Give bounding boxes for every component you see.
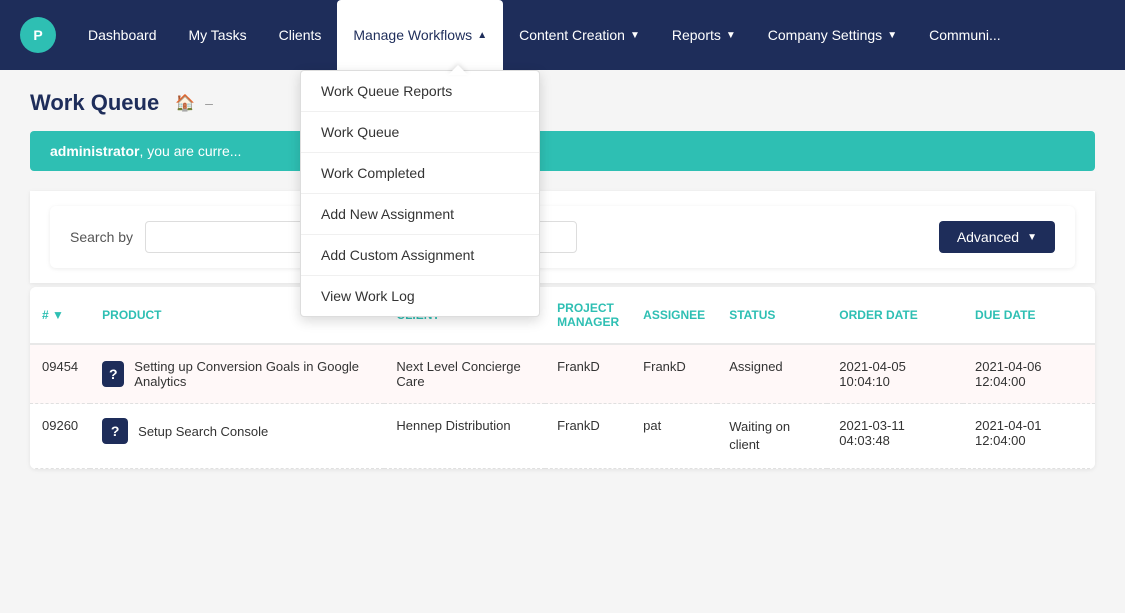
status-2: Waiting on client xyxy=(717,404,827,469)
manage-workflows-dropdown: Work Queue Reports Work Queue Work Compl… xyxy=(300,70,540,317)
table-header-row: # ▼ PRODUCT CLIENT PROJECTMANAGER ASSIGN… xyxy=(30,287,1095,344)
nav-my-tasks[interactable]: My Tasks xyxy=(173,0,263,70)
nav-dashboard[interactable]: Dashboard xyxy=(72,0,173,70)
dropdown-add-custom-assignment[interactable]: Add Custom Assignment xyxy=(301,235,539,276)
dropdown-arrow xyxy=(448,65,468,75)
page-title: Work Queue xyxy=(30,90,159,116)
search-section: Search by Advanced ▼ xyxy=(30,191,1095,283)
nav-bar: P Dashboard My Tasks Clients Manage Work… xyxy=(0,0,1125,70)
content-creation-caret: ▼ xyxy=(630,30,640,41)
manage-workflows-caret: ▲ xyxy=(477,30,487,41)
dropdown-add-new-assignment[interactable]: Add New Assignment xyxy=(301,194,539,235)
nav-manage-workflows[interactable]: Manage Workflows ▲ xyxy=(337,0,503,70)
nav-company-settings[interactable]: Company Settings ▼ xyxy=(752,0,913,70)
manager-1: FrankD xyxy=(545,344,631,404)
dropdown-work-queue-reports[interactable]: Work Queue Reports xyxy=(301,71,539,112)
question-badge-2: ? xyxy=(102,418,128,444)
assignee-2: pat xyxy=(631,404,717,469)
due-date-1: 2021-04-06 12:04:00 xyxy=(963,344,1095,404)
breadcrumb-sep: – xyxy=(205,95,213,111)
client-2: Hennep Distribution xyxy=(384,404,545,469)
nav-reports[interactable]: Reports ▼ xyxy=(656,0,752,70)
nav-community[interactable]: Communi... xyxy=(913,0,1017,70)
table-row: 09454 ? Setting up Conversion Goals in G… xyxy=(30,344,1095,404)
work-queue-table: # ▼ PRODUCT CLIENT PROJECTMANAGER ASSIGN… xyxy=(30,287,1095,469)
manager-2: FrankD xyxy=(545,404,631,469)
advanced-caret: ▼ xyxy=(1027,232,1037,243)
col-order-date: ORDER DATE xyxy=(827,287,963,344)
page-content: Work Queue 🏠 – administrator, you are cu… xyxy=(0,70,1125,613)
row-id-1: 09454 xyxy=(30,344,90,404)
home-icon: 🏠 xyxy=(175,93,195,113)
dropdown-work-completed[interactable]: Work Completed xyxy=(301,153,539,194)
due-date-2: 2021-04-01 12:04:00 xyxy=(963,404,1095,469)
search-row: Search by Advanced ▼ xyxy=(50,206,1075,268)
order-date-2: 2021-03-11 04:03:48 xyxy=(827,404,963,469)
col-hash: # ▼ xyxy=(30,287,90,344)
order-date-1: 2021-04-05 10:04:10 xyxy=(827,344,963,404)
logo: P xyxy=(20,17,56,53)
admin-banner: administrator, you are curre... xyxy=(30,131,1095,171)
status-1: Assigned xyxy=(717,344,827,404)
advanced-button[interactable]: Advanced ▼ xyxy=(939,221,1055,253)
col-manager: PROJECTMANAGER xyxy=(545,287,631,344)
advanced-label: Advanced xyxy=(957,229,1019,245)
dropdown-view-work-log[interactable]: View Work Log xyxy=(301,276,539,316)
banner-text: , you are curre... xyxy=(139,143,241,159)
search-label: Search by xyxy=(70,229,133,245)
product-name-1: Setting up Conversion Goals in Google An… xyxy=(134,359,372,389)
product-name-2: Setup Search Console xyxy=(138,424,268,439)
table-container: # ▼ PRODUCT CLIENT PROJECTMANAGER ASSIGN… xyxy=(30,287,1095,469)
row-id-2: 09260 xyxy=(30,404,90,469)
client-1: Next Level Concierge Care xyxy=(384,344,545,404)
question-badge-1: ? xyxy=(102,361,124,387)
col-due-date: DUE DATE xyxy=(963,287,1095,344)
admin-username: administrator xyxy=(50,143,139,159)
col-status: STATUS xyxy=(717,287,827,344)
nav-content-creation[interactable]: Content Creation ▼ xyxy=(503,0,656,70)
table-wrapper: # ▼ PRODUCT CLIENT PROJECTMANAGER ASSIGN… xyxy=(30,287,1095,469)
table-row: 09260 ? Setup Search Console Hennep Dist… xyxy=(30,404,1095,469)
product-cell-1: ? Setting up Conversion Goals in Google … xyxy=(102,359,372,389)
product-cell-2: ? Setup Search Console xyxy=(102,418,372,444)
svg-text:P: P xyxy=(33,27,42,43)
assignee-1: FrankD xyxy=(631,344,717,404)
company-settings-caret: ▼ xyxy=(887,30,897,41)
nav-clients[interactable]: Clients xyxy=(263,0,338,70)
col-assignee: ASSIGNEE xyxy=(631,287,717,344)
dropdown-work-queue[interactable]: Work Queue xyxy=(301,112,539,153)
breadcrumb: Work Queue 🏠 – xyxy=(30,90,1095,116)
reports-caret: ▼ xyxy=(726,30,736,41)
